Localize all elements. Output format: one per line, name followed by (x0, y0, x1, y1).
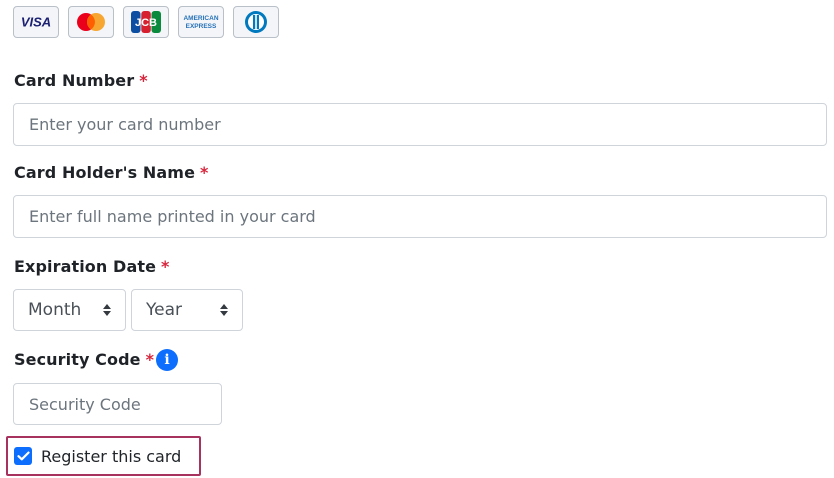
checkmark-icon (16, 451, 30, 461)
required-mark: * (145, 350, 155, 369)
sort-caret-icon (103, 304, 111, 316)
svg-text:JCB: JCB (135, 17, 157, 29)
required-mark: * (161, 257, 170, 276)
security-code-label: Security Code * (14, 350, 154, 369)
card-number-label: Card Number * (14, 71, 148, 90)
diners-logo-icon (233, 6, 279, 38)
required-mark: * (139, 71, 148, 90)
year-select-value: Year (146, 300, 182, 320)
expiration-month-select[interactable]: Month (13, 289, 126, 331)
svg-text:EXPRESS: EXPRESS (186, 23, 217, 30)
info-icon-glyph: i (164, 352, 170, 368)
security-code-label-text: Security Code (14, 350, 141, 369)
card-brand-list: VISA JCB AMERICAN EXPRESS (13, 6, 279, 38)
expiration-year-select[interactable]: Year (131, 289, 243, 331)
card-number-label-text: Card Number (14, 71, 135, 90)
sort-caret-icon (220, 304, 228, 316)
month-select-value: Month (28, 300, 82, 320)
jcb-logo-icon: JCB (123, 6, 169, 38)
svg-text:AMERICAN: AMERICAN (183, 15, 218, 22)
expiration-label-text: Expiration Date (14, 257, 157, 276)
svg-text:VISA: VISA (21, 15, 51, 29)
amex-logo-icon: AMERICAN EXPRESS (178, 6, 224, 38)
holder-name-label-text: Card Holder's Name (14, 163, 196, 182)
register-card-option[interactable]: Register this card (6, 436, 201, 476)
security-code-placeholder: Security Code (29, 394, 141, 414)
visa-logo-icon: VISA (13, 6, 59, 38)
register-card-label: Register this card (41, 446, 182, 466)
card-number-placeholder: Enter your card number (29, 115, 221, 134)
required-mark: * (200, 163, 209, 182)
register-card-checkbox[interactable] (14, 447, 32, 465)
holder-name-placeholder: Enter full name printed in your card (29, 207, 316, 226)
card-number-input[interactable]: Enter your card number (13, 103, 827, 146)
expiration-label: Expiration Date * (14, 257, 170, 276)
holder-name-input[interactable]: Enter full name printed in your card (13, 195, 827, 238)
holder-name-label: Card Holder's Name * (14, 163, 209, 182)
security-code-input[interactable]: Security Code (13, 383, 222, 425)
info-icon[interactable]: i (156, 349, 178, 371)
mastercard-logo-icon (68, 6, 114, 38)
